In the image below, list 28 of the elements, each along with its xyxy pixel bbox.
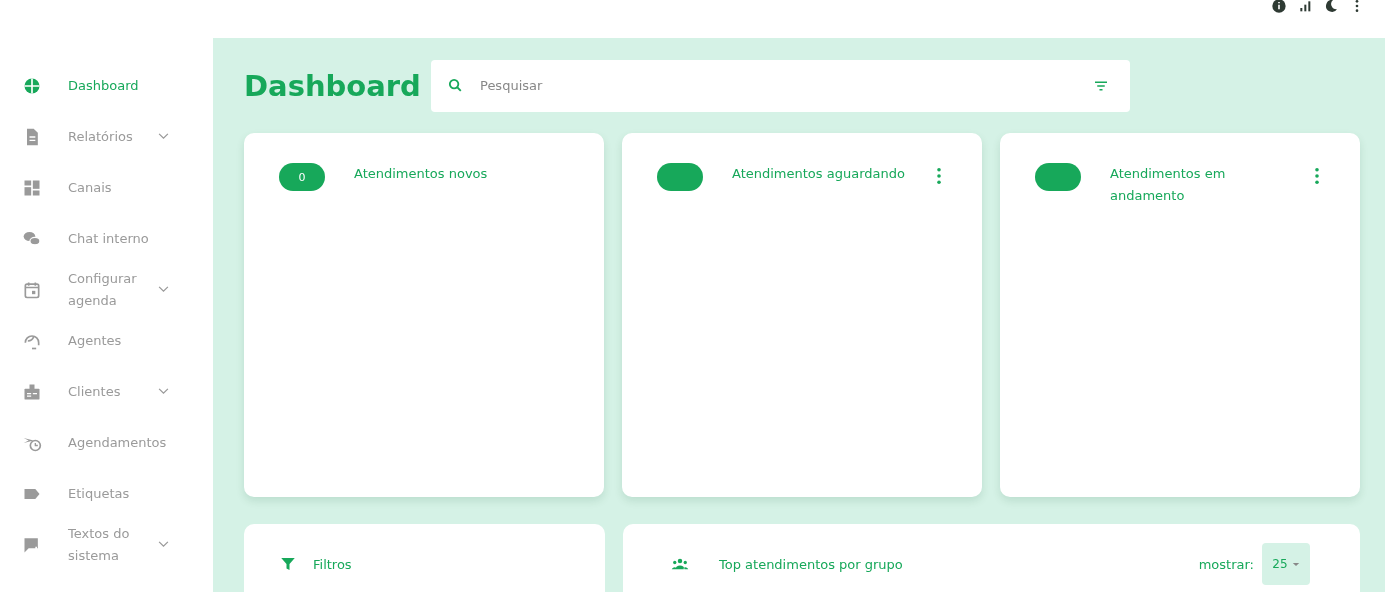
caret-icon <box>1291 561 1300 567</box>
signal-icon[interactable] <box>1297 0 1313 14</box>
nav-item[interactable]: Agentes <box>0 315 213 366</box>
moon-icon[interactable] <box>1323 0 1339 14</box>
nav-item[interactable]: Chat interno <box>0 213 213 264</box>
nav-item[interactable]: Agendamentos <box>0 417 213 468</box>
info-icon[interactable] <box>1271 0 1287 14</box>
nav-item[interactable]: Configurar agenda <box>0 264 213 315</box>
nav-item[interactable]: Clientes <box>0 366 213 417</box>
search-icon <box>447 77 464 94</box>
nav-item[interactable]: Textos do sistema <box>0 519 213 570</box>
filter-icon <box>279 555 297 573</box>
count-badge <box>1035 163 1081 191</box>
count-badge <box>657 163 703 191</box>
nav-item[interactable]: Relatórios <box>0 111 213 162</box>
search-bar[interactable]: Pesquisar <box>431 59 1130 112</box>
count-badge: 0 <box>279 163 325 191</box>
nav-item[interactable]: Dashboard <box>0 60 213 111</box>
nav-item[interactable]: Etiquetas <box>0 468 213 519</box>
count-select[interactable]: 25 <box>1262 543 1310 585</box>
page-title: Dashboard <box>244 68 422 103</box>
panel-title: Top atendimentos por grupo <box>719 556 904 572</box>
show-label: mostrar: <box>1198 556 1254 572</box>
card-title: Atendimentos aguardando <box>732 165 905 183</box>
panel-title: Filtros <box>313 556 353 572</box>
nav-item[interactable]: Canais <box>0 162 213 213</box>
card-title: Atendimentos novos <box>354 165 488 183</box>
card-title: Atendimentos em andamento <box>1110 165 1227 205</box>
